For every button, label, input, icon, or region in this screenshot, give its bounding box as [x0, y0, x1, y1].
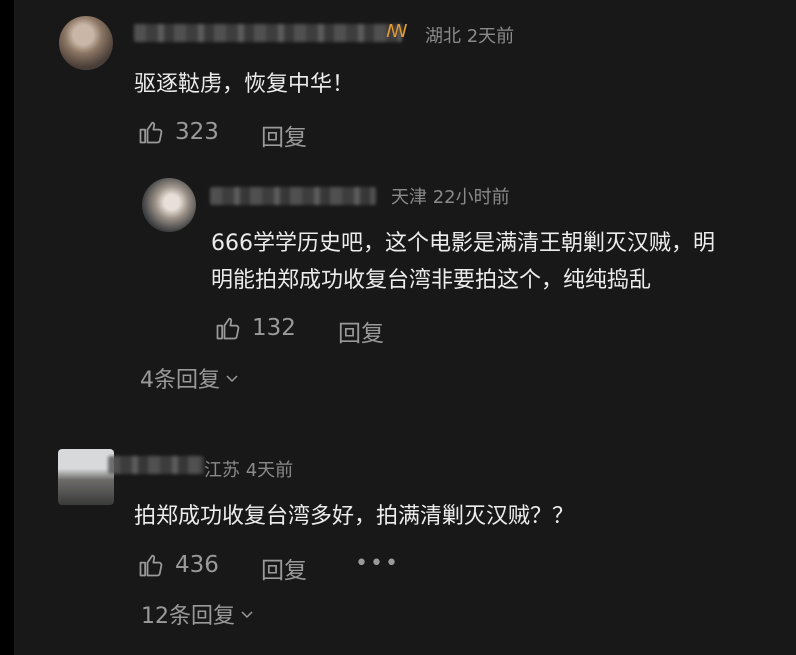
reply-text-line: 666学学历史吧，这个电影是满清王朝剿灭汉贼，明 — [211, 231, 715, 256]
reply-button[interactable]: 回复 — [261, 551, 307, 585]
reply-text: 666学学历史吧，这个电影是满清王朝剿灭汉贼，明 明能拍郑成功收复台湾非要拍这个… — [211, 225, 786, 299]
reply-button[interactable]: 回复 — [261, 118, 307, 152]
user-avatar[interactable] — [59, 16, 113, 70]
expand-replies-label: 4条回复 — [140, 368, 220, 393]
chevron-down-icon — [241, 611, 253, 619]
comment-panel: ꟿ 湖北 2天前 驱逐鞑虏，恢复中华！ 323 回复 天津 22小时前 666学… — [14, 0, 796, 655]
timestamp: 2天前 — [466, 26, 515, 47]
comment-meta: 江苏 4天前 — [204, 456, 293, 482]
expand-replies-button[interactable]: 12条回复 — [141, 598, 255, 630]
user-avatar[interactable] — [58, 449, 114, 505]
reply-timestamp: 22小时前 — [432, 187, 510, 208]
reply-like-count: 132 — [252, 315, 296, 341]
reply-text-line: 明能拍郑成功收复台湾非要拍这个，纯纯捣乱 — [211, 268, 652, 293]
like-button[interactable]: 436 — [137, 551, 219, 579]
comment-meta: 湖北 2天前 — [425, 22, 514, 48]
timestamp: 4天前 — [245, 460, 294, 481]
reply-reply-button[interactable]: 回复 — [338, 314, 384, 348]
comment-text: 拍郑成功收复台湾多好，拍满清剿灭汉贼？？ — [134, 504, 575, 529]
like-count: 436 — [175, 552, 219, 578]
comment-text: 驱逐鞑虏，恢复中华！ — [134, 72, 355, 97]
reply-meta: 天津 22小时前 — [391, 183, 510, 209]
blurred-reply-username[interactable] — [210, 187, 376, 205]
thumbs-up-icon — [216, 317, 240, 340]
blurred-username[interactable] — [134, 24, 402, 42]
location-label: 湖北 — [425, 26, 461, 47]
vip-badge-icon: ꟿ — [386, 21, 408, 42]
reply-location-label: 天津 — [391, 187, 427, 208]
expand-replies-label: 12条回复 — [141, 604, 235, 629]
expand-replies-button[interactable]: 4条回复 — [140, 362, 240, 394]
thumbs-up-icon — [139, 554, 163, 577]
reply-like-button[interactable]: 132 — [214, 314, 296, 342]
like-count: 323 — [175, 119, 219, 145]
like-button[interactable]: 323 — [137, 118, 219, 146]
blurred-username[interactable] — [108, 456, 204, 474]
thumbs-up-icon — [139, 121, 163, 144]
more-options-icon[interactable]: ••• — [355, 551, 400, 576]
chevron-down-icon — [226, 375, 238, 383]
reply-user-avatar[interactable] — [142, 178, 196, 232]
location-label: 江苏 — [204, 460, 240, 481]
